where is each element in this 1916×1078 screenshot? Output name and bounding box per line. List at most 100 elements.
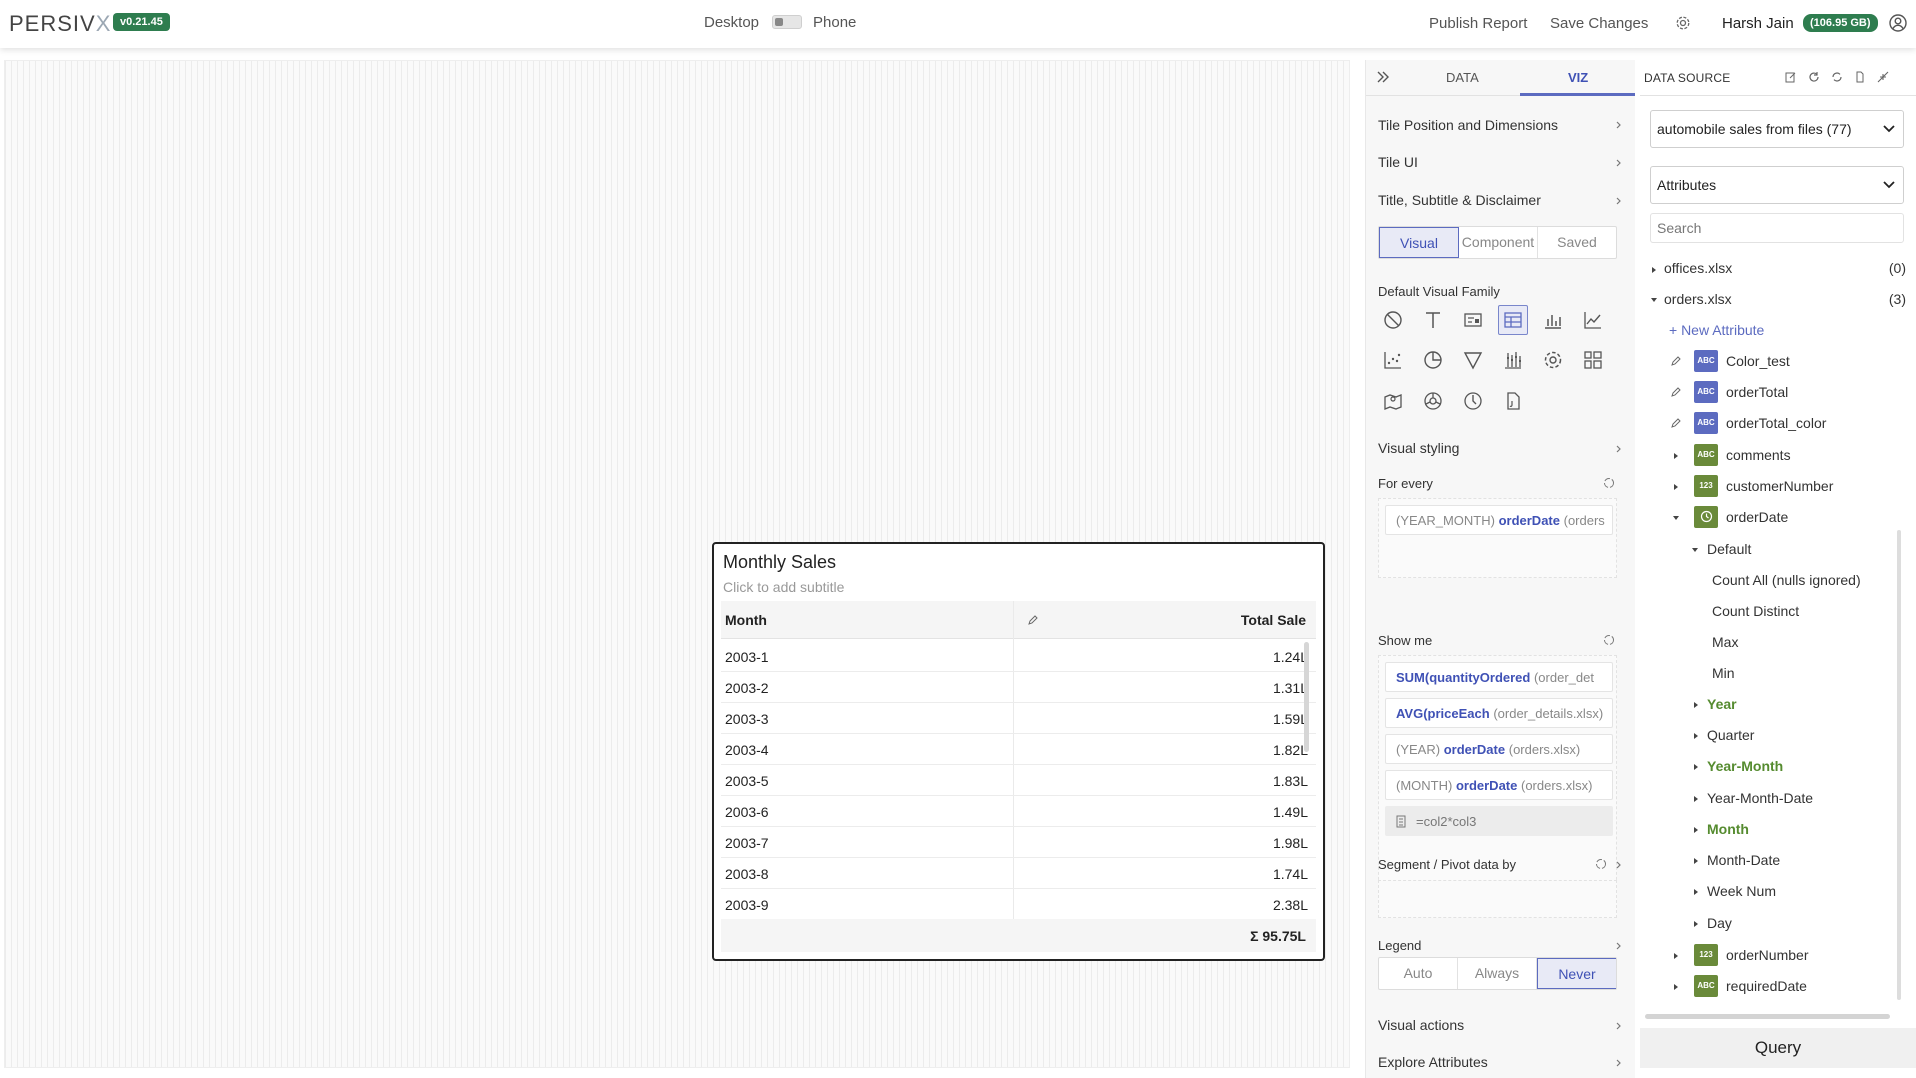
section-tile-ui[interactable]: Tile UI bbox=[1378, 154, 1418, 170]
date-part-day[interactable]: Day bbox=[1707, 915, 1732, 931]
table-row[interactable]: 2003-2 1.31L bbox=[721, 672, 1316, 703]
date-part-year-month-date[interactable]: Year-Month-Date bbox=[1707, 790, 1813, 806]
table-row[interactable]: 2003-8 1.74L bbox=[721, 858, 1316, 889]
table-row[interactable]: 2003-7 1.98L bbox=[721, 827, 1316, 858]
reset-icon[interactable] bbox=[1603, 634, 1615, 646]
file-orders[interactable]: orders.xlsx bbox=[1664, 291, 1732, 307]
date-part-month[interactable]: Month bbox=[1707, 821, 1749, 837]
attr-required-date[interactable]: requiredDate bbox=[1726, 978, 1807, 994]
gear-icon[interactable] bbox=[1538, 345, 1568, 375]
kpi-card-icon[interactable] bbox=[1458, 305, 1488, 335]
chevron-right-icon[interactable] bbox=[1615, 159, 1623, 167]
expand-caret-icon[interactable] bbox=[1694, 702, 1698, 708]
tree-horizontal-scrollbar[interactable] bbox=[1645, 1014, 1890, 1019]
table-row[interactable]: 2003-9 2.38L bbox=[721, 889, 1316, 920]
seg-component[interactable]: Component bbox=[1459, 227, 1538, 258]
measure-sum-quantity[interactable]: SUM(quantityOrdered (order_det bbox=[1385, 662, 1613, 692]
section-tile-position[interactable]: Tile Position and Dimensions bbox=[1378, 117, 1558, 133]
pie-chart-icon[interactable] bbox=[1418, 345, 1448, 375]
expand-caret-icon[interactable] bbox=[1694, 858, 1698, 864]
agg-count-distinct[interactable]: Count Distinct bbox=[1712, 603, 1799, 619]
publish-report-button[interactable]: Publish Report bbox=[1429, 15, 1527, 32]
device-toggle[interactable] bbox=[772, 15, 802, 29]
date-part-quarter[interactable]: Quarter bbox=[1707, 727, 1754, 743]
mode-phone-label[interactable]: Phone bbox=[813, 14, 856, 31]
column-header-total-sale[interactable]: Total Sale bbox=[1241, 612, 1306, 628]
dashboard-grid-icon[interactable] bbox=[1578, 345, 1608, 375]
column-header-month[interactable]: Month bbox=[725, 612, 767, 628]
report-canvas[interactable]: Monthly Sales Click to add subtitle Mont… bbox=[4, 60, 1350, 1068]
settings-gear-icon[interactable] bbox=[1675, 15, 1691, 31]
date-part-year[interactable]: Year bbox=[1707, 696, 1737, 712]
query-button[interactable]: Query bbox=[1640, 1028, 1916, 1068]
table-scrollbar[interactable] bbox=[1304, 642, 1309, 752]
none-icon[interactable] bbox=[1378, 305, 1408, 335]
collapse-panel-icon[interactable] bbox=[1376, 70, 1390, 84]
tile-title[interactable]: Monthly Sales bbox=[723, 552, 836, 573]
edit-pencil-icon[interactable] bbox=[1027, 614, 1039, 626]
collapse-icon[interactable] bbox=[1877, 71, 1889, 83]
attr-customer-number[interactable]: customerNumber bbox=[1726, 478, 1833, 494]
expand-caret-icon[interactable] bbox=[1652, 267, 1656, 273]
collapse-caret-icon[interactable] bbox=[1673, 516, 1679, 520]
dimension-month-orderdate[interactable]: (MONTH) orderDate (orders.xlsx) bbox=[1385, 770, 1613, 800]
expand-caret-icon[interactable] bbox=[1694, 889, 1698, 895]
expand-caret-icon[interactable] bbox=[1674, 984, 1678, 990]
bar-chart-icon[interactable] bbox=[1538, 305, 1568, 335]
account-icon[interactable] bbox=[1889, 14, 1907, 32]
tile-subtitle[interactable]: Click to add subtitle bbox=[723, 579, 844, 595]
agg-count-all[interactable]: Count All (nulls ignored) bbox=[1712, 572, 1861, 588]
date-part-month-date[interactable]: Month-Date bbox=[1707, 852, 1780, 868]
gauge-icon[interactable] bbox=[1458, 386, 1488, 416]
expand-caret-icon[interactable] bbox=[1674, 453, 1678, 459]
legend-always[interactable]: Always bbox=[1458, 958, 1537, 989]
chevron-right-icon[interactable] bbox=[1615, 121, 1623, 129]
sync-icon[interactable] bbox=[1831, 71, 1843, 83]
data-source-select[interactable]: automobile sales from files (77) bbox=[1650, 110, 1904, 148]
funnel-icon[interactable] bbox=[1458, 345, 1488, 375]
map-icon[interactable] bbox=[1378, 386, 1408, 416]
attr-order-total[interactable]: orderTotal bbox=[1726, 384, 1788, 400]
seg-saved[interactable]: Saved bbox=[1538, 227, 1616, 258]
tab-data[interactable]: DATA bbox=[1446, 70, 1479, 85]
sunburst-icon[interactable] bbox=[1418, 386, 1448, 416]
collapse-caret-icon[interactable] bbox=[1651, 298, 1657, 302]
table-row[interactable]: 2003-4 1.82L bbox=[721, 734, 1316, 765]
edit-pencil-icon[interactable] bbox=[1670, 417, 1682, 429]
attributes-select[interactable]: Attributes bbox=[1650, 166, 1904, 204]
attr-comments[interactable]: comments bbox=[1726, 447, 1791, 463]
attr-order-date[interactable]: orderDate bbox=[1726, 509, 1788, 525]
section-visual-actions[interactable]: Visual actions bbox=[1378, 1017, 1464, 1033]
agg-min[interactable]: Min bbox=[1712, 665, 1735, 681]
user-name[interactable]: Harsh Jain bbox=[1722, 15, 1794, 32]
date-part-week-num[interactable]: Week Num bbox=[1707, 883, 1776, 899]
expand-caret-icon[interactable] bbox=[1694, 827, 1698, 833]
refresh-icon[interactable] bbox=[1808, 71, 1820, 83]
scatter-icon[interactable] bbox=[1378, 345, 1408, 375]
save-changes-button[interactable]: Save Changes bbox=[1550, 15, 1648, 32]
expand-caret-icon[interactable] bbox=[1694, 921, 1698, 927]
attr-order-number[interactable]: orderNumber bbox=[1726, 947, 1808, 963]
edit-pencil-icon[interactable] bbox=[1670, 355, 1682, 367]
file-offices[interactable]: offices.xlsx bbox=[1664, 260, 1732, 276]
chevron-right-icon[interactable] bbox=[1615, 197, 1623, 205]
text-icon[interactable] bbox=[1418, 305, 1448, 335]
chevron-right-icon[interactable] bbox=[1615, 1059, 1623, 1067]
app-logo[interactable]: PERSIVX bbox=[9, 11, 111, 37]
expand-caret-icon[interactable] bbox=[1674, 953, 1678, 959]
group-default[interactable]: Default bbox=[1707, 541, 1751, 557]
edit-pencil-icon[interactable] bbox=[1670, 386, 1682, 398]
date-part-year-month[interactable]: Year-Month bbox=[1707, 758, 1783, 774]
line-chart-icon[interactable] bbox=[1578, 305, 1608, 335]
section-title-subtitle[interactable]: Title, Subtitle & Disclaimer bbox=[1378, 192, 1541, 208]
table-row[interactable]: 2003-1 1.24L bbox=[721, 641, 1316, 672]
tree-vertical-scrollbar[interactable] bbox=[1897, 530, 1901, 1000]
table-icon[interactable] bbox=[1498, 305, 1528, 335]
legend-never[interactable]: Never bbox=[1537, 958, 1616, 989]
reset-icon[interactable] bbox=[1595, 858, 1607, 870]
for-every-field[interactable]: (YEAR_MONTH) orderDate (orders bbox=[1385, 505, 1613, 535]
attr-order-total-color[interactable]: orderTotal_color bbox=[1726, 415, 1826, 431]
custom-js-icon[interactable] bbox=[1498, 386, 1528, 416]
box-plot-icon[interactable] bbox=[1498, 345, 1528, 375]
expand-caret-icon[interactable] bbox=[1694, 764, 1698, 770]
